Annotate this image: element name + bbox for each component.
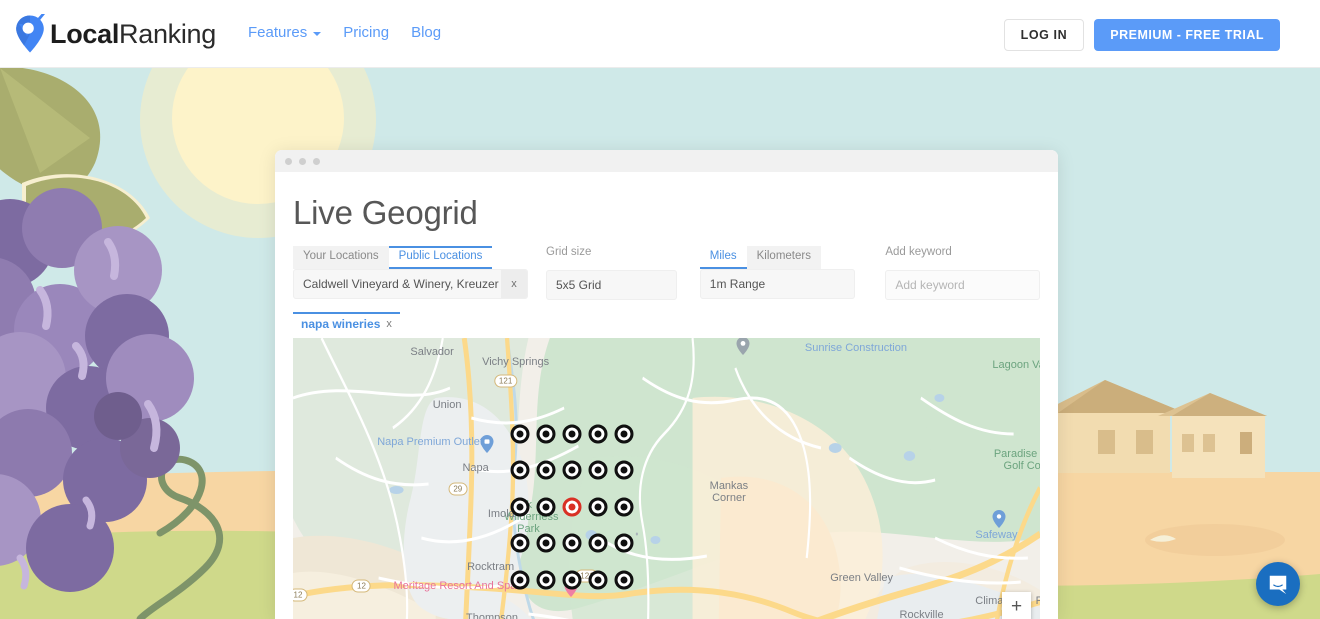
highway-shield: 29: [448, 482, 467, 495]
grid-size-label: Grid size: [546, 246, 677, 260]
grid-size-value: 5x5 Grid: [556, 278, 667, 292]
geogrid-node[interactable]: [615, 534, 634, 553]
geogrid-node[interactable]: [537, 534, 556, 553]
range-value: 1m Range: [710, 277, 846, 291]
geogrid-node[interactable]: [615, 425, 634, 444]
geogrid-node[interactable]: [510, 425, 529, 444]
range-control: Miles Kilometers 1m Range: [700, 246, 856, 299]
location-input-wrap[interactable]: Caldwell Vineyard & Winery, Kreuzer Lane…: [293, 269, 528, 299]
map-pin-check-icon: [14, 14, 46, 54]
highway-shield: 12: [352, 580, 371, 593]
tab-kilometers[interactable]: Kilometers: [747, 246, 821, 269]
browser-mockup-card: Live Geogrid Your Locations Public Locat…: [275, 150, 1058, 619]
geogrid-node[interactable]: [510, 534, 529, 553]
logo-text-bold: Local: [50, 19, 119, 49]
geogrid-node[interactable]: [537, 425, 556, 444]
nav-item-blog-label: Blog: [411, 24, 441, 41]
clear-location-button[interactable]: x: [501, 269, 527, 299]
keyword-chip-label: napa wineries: [301, 317, 380, 331]
unit-tabs: Miles Kilometers: [700, 246, 856, 269]
chevron-down-icon: [313, 32, 321, 36]
geogrid-map[interactable]: SalvadorVichy SpringsSunrise Constructio…: [293, 338, 1040, 619]
geogrid-node[interactable]: [537, 461, 556, 480]
grid-size-control: Grid size 5x5 Grid: [546, 246, 677, 300]
highway-shield: 121: [494, 375, 517, 388]
poi-pin-napa-premium-outlets[interactable]: [481, 435, 494, 453]
map-zoom-in-button[interactable]: +: [1002, 592, 1031, 619]
keyword-control: Add keyword Add keyword: [885, 246, 1040, 300]
geogrid-node-center[interactable]: [562, 498, 581, 517]
login-button[interactable]: LOG IN: [1004, 19, 1085, 51]
geogrid-node[interactable]: [562, 534, 581, 553]
keyword-chip-napa-wineries[interactable]: napa wineries x: [293, 312, 400, 334]
geogrid-node[interactable]: [615, 571, 634, 590]
intercom-chat-button[interactable]: [1256, 562, 1300, 606]
geogrid-node[interactable]: [562, 425, 581, 444]
nav-item-pricing-label: Pricing: [343, 24, 389, 41]
tab-your-locations[interactable]: Your Locations: [293, 246, 389, 269]
keyword-chip-remove[interactable]: x: [386, 318, 392, 330]
header-actions: LOG IN PREMIUM - FREE TRIAL: [1004, 19, 1280, 51]
poi-pin-safeway[interactable]: [992, 510, 1005, 528]
premium-free-trial-button[interactable]: PREMIUM - FREE TRIAL: [1094, 19, 1280, 51]
logo-text-light: Ranking: [119, 19, 216, 49]
add-keyword-placeholder: Add keyword: [895, 278, 1030, 292]
tab-public-locations[interactable]: Public Locations: [389, 246, 493, 269]
geogrid-node[interactable]: [537, 571, 556, 590]
poi-pin-sunrise-construction[interactable]: [736, 338, 749, 355]
main-nav: Features Pricing Blog: [248, 24, 441, 41]
window-close-dot[interactable]: [285, 158, 292, 165]
controls-row: Your Locations Public Locations Caldwell…: [293, 246, 1040, 300]
site-header: LocalRanking Features Pricing Blog LOG I…: [0, 0, 1320, 68]
window-minimize-dot[interactable]: [299, 158, 306, 165]
geogrid-node[interactable]: [562, 461, 581, 480]
location-input-value: Caldwell Vineyard & Winery, Kreuzer Lane…: [303, 277, 501, 291]
browser-title-bar: [275, 150, 1058, 172]
map-base-svg: [293, 338, 1040, 619]
add-keyword-label: Add keyword: [885, 246, 1040, 260]
geogrid-node[interactable]: [589, 498, 608, 517]
add-keyword-input[interactable]: Add keyword: [885, 270, 1040, 300]
geogrid-node[interactable]: [615, 461, 634, 480]
map-zoom-controls: + −: [1002, 592, 1031, 619]
range-select[interactable]: 1m Range: [700, 269, 856, 299]
logo[interactable]: LocalRanking: [14, 13, 216, 55]
keyword-chips: napa wineries x: [293, 312, 1040, 334]
geogrid-node[interactable]: [589, 534, 608, 553]
geogrid-node[interactable]: [510, 461, 529, 480]
location-tabs: Your Locations Public Locations: [293, 246, 528, 269]
card-body: Live Geogrid Your Locations Public Locat…: [275, 172, 1058, 619]
geogrid-node[interactable]: [589, 571, 608, 590]
window-maximize-dot[interactable]: [313, 158, 320, 165]
nav-item-pricing[interactable]: Pricing: [343, 24, 389, 41]
location-control: Your Locations Public Locations Caldwell…: [293, 246, 528, 299]
geogrid-node[interactable]: [510, 571, 529, 590]
nav-item-features[interactable]: Features: [248, 24, 321, 41]
geogrid-node[interactable]: [615, 498, 634, 517]
geogrid-node[interactable]: [589, 425, 608, 444]
nav-item-blog[interactable]: Blog: [411, 24, 441, 41]
geogrid-node[interactable]: [562, 571, 581, 590]
highway-shield: 12: [293, 589, 307, 602]
tab-miles[interactable]: Miles: [700, 246, 747, 269]
chat-bubble-icon: [1267, 573, 1289, 595]
nav-item-features-label: Features: [248, 24, 307, 41]
grid-size-select[interactable]: 5x5 Grid: [546, 270, 677, 300]
geogrid-node[interactable]: [537, 498, 556, 517]
page-title: Live Geogrid: [293, 194, 1040, 232]
geogrid-node[interactable]: [589, 461, 608, 480]
logo-text: LocalRanking: [50, 21, 216, 48]
geogrid-node[interactable]: [510, 498, 529, 517]
